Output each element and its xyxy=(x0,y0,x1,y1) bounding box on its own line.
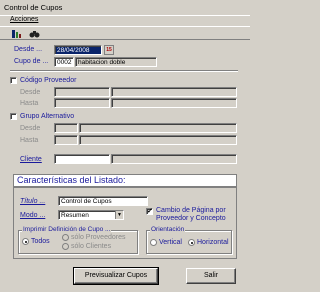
modo-label: Modo ... xyxy=(20,212,46,219)
imprimir-group-title: Imprimir Definición de Cupo ... xyxy=(22,226,112,233)
radio-solo-clientes-label: sólo Clientes xyxy=(71,243,112,250)
radio-todos-label: Todos xyxy=(31,238,50,245)
cp-desde-label: Desde xyxy=(20,89,41,96)
ga-desde-label: Desde xyxy=(20,125,41,132)
cp-desde-field xyxy=(54,87,110,97)
cp-hasta-desc xyxy=(111,98,237,108)
cupo-code-field[interactable]: 0002 xyxy=(54,57,74,67)
calendar-icon[interactable]: 15 xyxy=(104,45,114,55)
radio-horizontal-label: Horizontal xyxy=(197,239,229,246)
desde-label: Desde ... xyxy=(14,46,43,53)
cp-hasta-label: Hasta xyxy=(20,100,39,107)
ga-desde-desc xyxy=(79,123,237,133)
salir-button[interactable]: Salir xyxy=(186,268,236,284)
binoculars-icon[interactable] xyxy=(28,28,40,39)
codigo-proveedor-label: Código Proveedor xyxy=(20,77,77,84)
title-bar: Control de Cupos xyxy=(0,0,250,16)
cp-desde-desc xyxy=(111,87,237,97)
titulo-label: Título ... xyxy=(20,198,46,205)
radio-solo-proveedores[interactable] xyxy=(62,234,69,241)
filter-icon[interactable] xyxy=(10,28,22,39)
grupo-alternativo-label: Grupo Alternativo xyxy=(20,113,75,120)
ga-desde-field xyxy=(54,123,78,133)
ga-hasta-desc xyxy=(79,135,237,145)
cliente-field[interactable] xyxy=(54,154,110,164)
codigo-proveedor-checkbox[interactable] xyxy=(10,77,17,84)
ga-hasta-field xyxy=(54,135,78,145)
listado-section-title: Características del Listado: xyxy=(13,174,237,187)
radio-solo-proveedores-label: sólo Proveedores xyxy=(71,234,126,241)
desde-date-field[interactable]: 28/04/2008 xyxy=(54,45,102,55)
previsualizar-button[interactable]: Previsualizar Cupos xyxy=(73,267,159,285)
grupo-alternativo-checkbox[interactable] xyxy=(10,113,17,120)
menu-bar: Acciones xyxy=(0,16,250,26)
modo-value: Resumen xyxy=(61,212,89,219)
separator xyxy=(10,70,238,72)
cliente-label: Cliente xyxy=(20,156,42,163)
titulo-field[interactable]: Control de Cupos xyxy=(58,196,148,206)
cambio-pagina-checkbox[interactable]: ✓ xyxy=(146,208,153,215)
chevron-down-icon[interactable]: ▼ xyxy=(115,211,123,219)
toolbar xyxy=(0,26,250,40)
orientacion-group-title: Orientación xyxy=(150,226,186,233)
radio-horizontal[interactable] xyxy=(188,239,195,246)
cambio-pagina-label: Cambio de Página por Proveedor y Concept… xyxy=(156,207,226,222)
ga-hasta-label: Hasta xyxy=(20,137,39,144)
menu-acciones[interactable]: Acciones xyxy=(10,16,38,23)
radio-todos[interactable] xyxy=(22,238,29,245)
radio-vertical[interactable] xyxy=(150,239,157,246)
modo-select[interactable]: Resumen ▼ xyxy=(58,210,124,220)
cupo-description-field: habitacion doble xyxy=(75,57,157,67)
cupo-label: Cupo de ... xyxy=(14,58,49,65)
cp-hasta-field xyxy=(54,98,110,108)
cliente-desc xyxy=(111,154,237,164)
radio-solo-clientes[interactable] xyxy=(62,243,69,250)
window-title: Control de Cupos xyxy=(4,3,63,12)
radio-vertical-label: Vertical xyxy=(159,239,182,246)
